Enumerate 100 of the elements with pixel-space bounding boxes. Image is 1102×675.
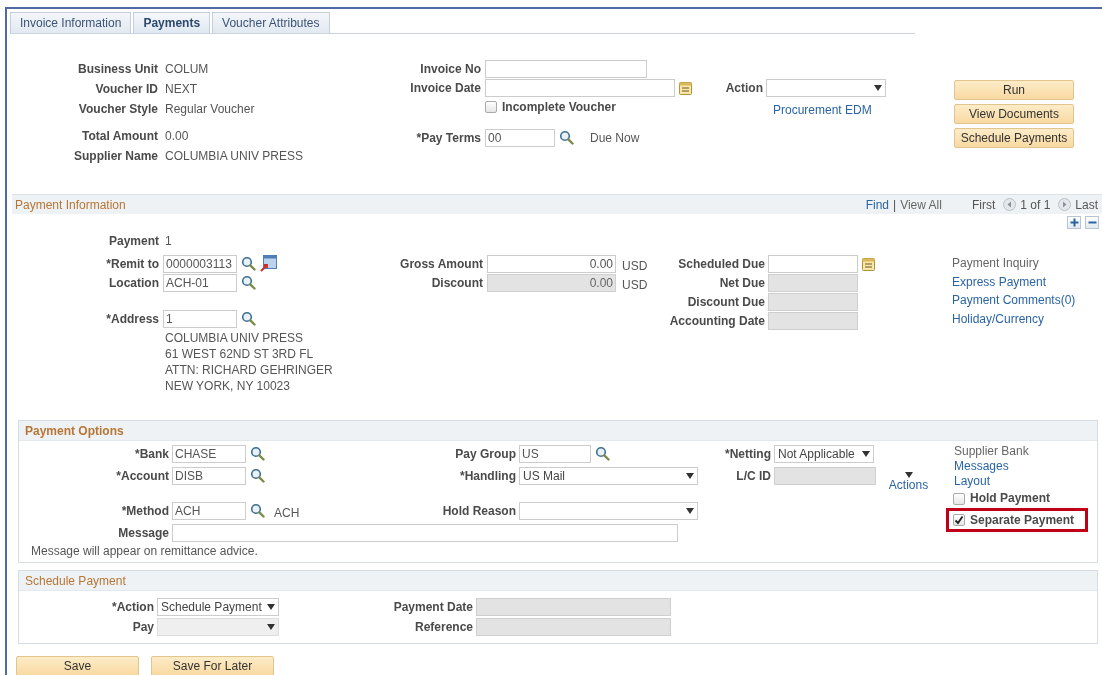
field-label: Action xyxy=(724,80,763,95)
checkbox-label: Incomplete Voucher xyxy=(502,99,616,114)
action-button[interactable]: Save For Later xyxy=(151,656,274,675)
field-label: Payment Date xyxy=(392,599,473,614)
field-label: Voucher ID xyxy=(94,82,158,96)
input-field: 0.00 xyxy=(487,273,616,292)
action-button[interactable]: Schedule Payments xyxy=(954,128,1074,148)
caret-icon xyxy=(686,507,694,514)
search-icon[interactable] xyxy=(250,446,265,461)
checkbox-label: Separate Payment xyxy=(970,512,1075,528)
next-icon[interactable] xyxy=(1058,198,1072,211)
link[interactable]: View All xyxy=(900,197,942,212)
link[interactable]: Holiday/Currency xyxy=(952,309,1076,328)
field-value: ACH xyxy=(274,505,300,520)
input-field[interactable]: US xyxy=(519,444,591,463)
action-button[interactable]: Save xyxy=(16,656,139,675)
field-label: Gross Amount xyxy=(400,256,483,271)
search-icon[interactable] xyxy=(250,468,265,483)
link[interactable]: Procurement EDM xyxy=(773,103,954,117)
section-title: Payment Options xyxy=(19,421,1097,441)
field-value: 0.00 xyxy=(165,129,189,143)
caret-icon xyxy=(904,472,913,478)
tab[interactable]: Invoice Information xyxy=(10,12,132,33)
dropdown[interactable]: US Mail xyxy=(519,466,698,485)
action-button[interactable]: Run xyxy=(954,80,1074,100)
page-count: 1 of 1 xyxy=(1020,197,1051,212)
field-label: *Remit to xyxy=(105,256,159,271)
link[interactable]: Find xyxy=(865,197,889,212)
search-icon[interactable] xyxy=(241,275,256,290)
field-label: Discount Due xyxy=(686,294,765,309)
field-label: Accounting Date xyxy=(668,313,765,328)
field-label: Payment xyxy=(107,233,159,248)
caret-icon xyxy=(267,623,275,630)
input-field[interactable]: ACH-01 xyxy=(163,273,237,292)
search-icon[interactable] xyxy=(595,446,610,461)
input-field[interactable]: 00 xyxy=(485,128,555,147)
section-title: Payment Information xyxy=(14,197,126,212)
input-field[interactable]: ACH xyxy=(172,501,246,520)
address-line: COLUMBIA UNIV PRESS xyxy=(165,330,305,346)
input-field[interactable]: 0.00 xyxy=(487,254,616,273)
link[interactable]: Payment Comments(0) xyxy=(952,291,1076,310)
checkbox[interactable] xyxy=(485,100,497,113)
input-field[interactable] xyxy=(768,254,858,273)
link[interactable]: Messages xyxy=(954,459,1088,474)
search-icon[interactable] xyxy=(559,130,574,145)
field-label: Location xyxy=(108,275,159,290)
link[interactable]: Actions xyxy=(888,478,929,492)
input-field[interactable] xyxy=(485,59,647,78)
action-button[interactable]: View Documents xyxy=(954,104,1074,124)
input-field[interactable] xyxy=(485,78,675,97)
tab[interactable]: Payments xyxy=(133,12,211,33)
dropdown[interactable]: Not Applicable xyxy=(774,444,874,463)
field-label: Pay xyxy=(131,619,154,634)
link[interactable]: Layout xyxy=(954,474,1088,489)
field-label: Total Amount xyxy=(81,129,158,143)
checkbox[interactable] xyxy=(953,514,965,526)
input-field[interactable] xyxy=(172,523,678,542)
section-title: Schedule Payment xyxy=(19,571,1097,591)
caret-icon xyxy=(267,603,275,610)
caret-icon xyxy=(862,450,870,457)
field-label: Invoice No xyxy=(419,61,481,76)
input-field[interactable]: 1 xyxy=(163,309,237,328)
input-field[interactable]: 0000003113 xyxy=(163,254,237,273)
calendar-icon[interactable] xyxy=(862,256,875,271)
field-value: Due Now xyxy=(590,130,640,145)
help-text: Message will appear on remittance advice. xyxy=(31,544,259,558)
field-label: Business Unit xyxy=(77,62,158,76)
tab[interactable]: Voucher Attributes xyxy=(212,12,330,33)
field-label: *Netting xyxy=(724,446,771,461)
field-label: *Pay Terms xyxy=(415,130,481,145)
nav-label: First xyxy=(971,197,996,212)
field-label: Supplier Name xyxy=(72,149,158,163)
caret-icon xyxy=(874,84,882,91)
field-label: *Method xyxy=(120,503,169,518)
search-icon[interactable] xyxy=(241,256,256,271)
field-label: *Handling xyxy=(459,468,516,483)
address-line: 61 WEST 62ND ST 3RD FL xyxy=(165,346,315,362)
calendar-icon[interactable] xyxy=(679,80,692,95)
separator-text: | xyxy=(893,197,897,212)
address-line: ATTN: RICHARD GEHRINGER xyxy=(165,362,334,378)
search-icon[interactable] xyxy=(241,311,256,326)
field-value: Regular Voucher xyxy=(165,102,255,116)
field-value: COLUM xyxy=(165,62,209,76)
field-label: Hold Reason xyxy=(441,503,516,518)
input-field[interactable]: CHASE xyxy=(172,444,246,463)
field-label: Message xyxy=(117,525,169,540)
field-label: *Account xyxy=(115,468,169,483)
address-line: NEW YORK, NY 10023 xyxy=(165,378,291,394)
checkbox[interactable] xyxy=(953,492,965,505)
previous-icon[interactable] xyxy=(1003,198,1017,211)
dropdown[interactable]: Schedule Payment xyxy=(157,597,279,616)
search-icon[interactable] xyxy=(250,503,265,518)
field-value: NEXT xyxy=(165,82,197,96)
field-label: *Address xyxy=(105,311,159,326)
input-field[interactable]: DISB xyxy=(172,466,246,485)
field-label: Reference xyxy=(413,619,473,634)
field-label: Discount xyxy=(430,275,483,290)
field-label: *Action xyxy=(111,599,154,614)
field-label: L/C ID xyxy=(735,468,771,483)
link[interactable]: Express Payment xyxy=(952,272,1076,291)
